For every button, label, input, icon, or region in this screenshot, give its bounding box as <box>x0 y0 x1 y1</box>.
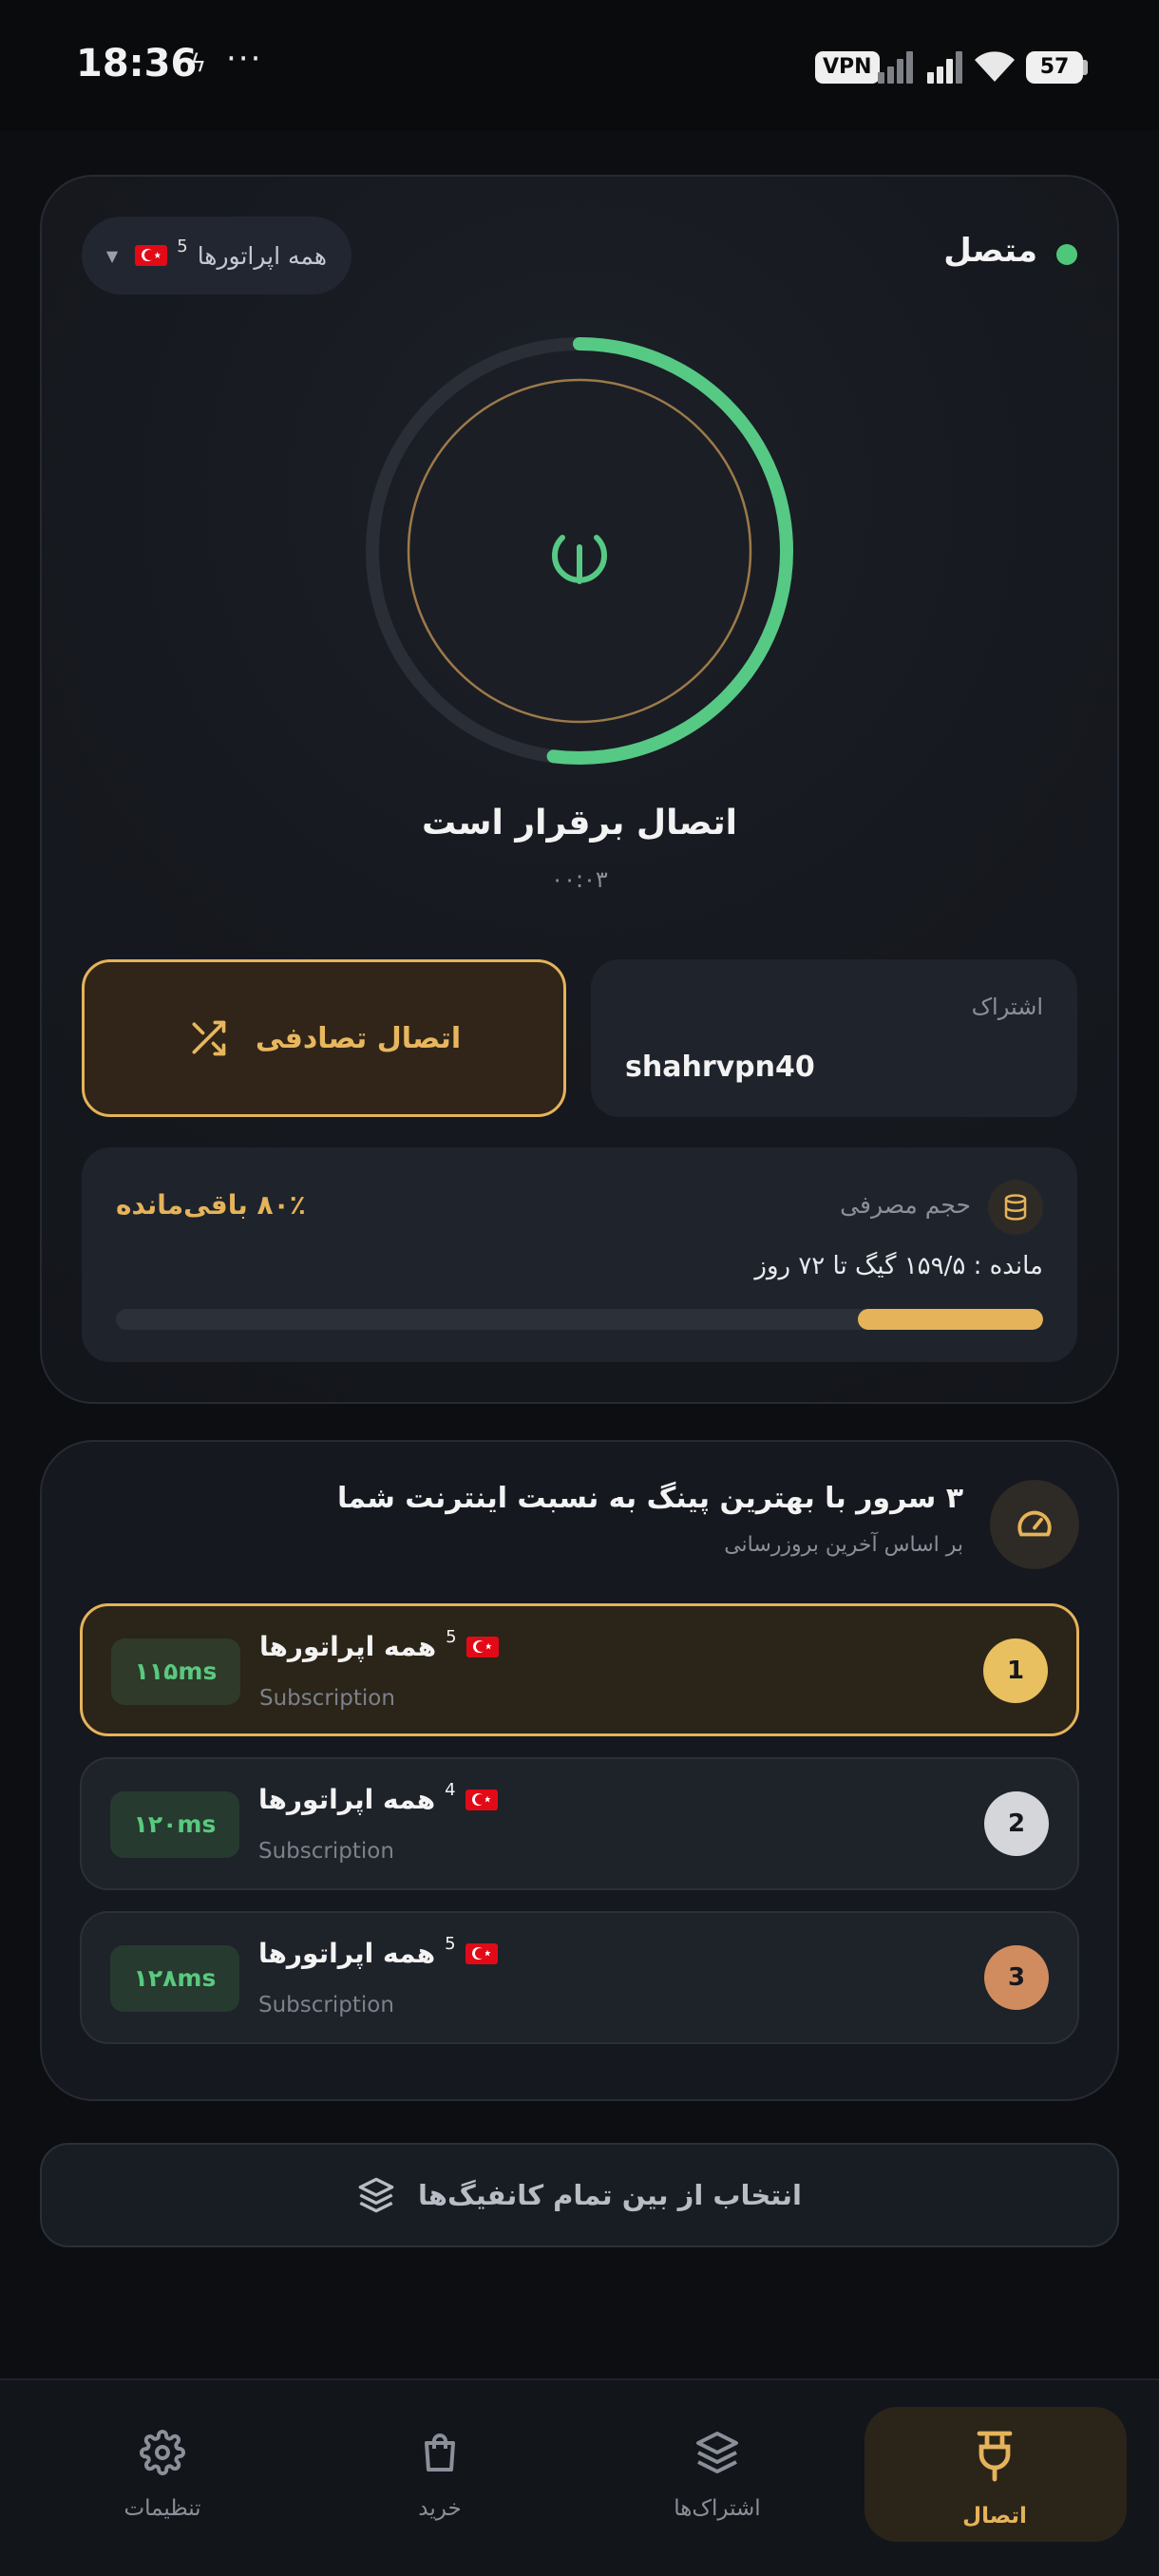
connection-timer: ۰۰:۰۳ <box>551 866 608 893</box>
server-item-3[interactable]: 3 همه اپراتورها 5 Subscription ۱۲۸ms <box>80 1911 1079 2044</box>
subscription-label: اشتراک <box>971 994 1043 1020</box>
usage-label: حجم مصرفی <box>840 1191 971 1219</box>
usage-bar <box>116 1309 1043 1330</box>
shopping-bag-icon <box>425 2434 455 2472</box>
turkey-flag-icon <box>465 1942 498 1964</box>
usage-bar-fill <box>857 1309 1043 1330</box>
server-item-1[interactable]: 1 همه اپراتورها 5 Subscription ۱۱۵ms <box>80 1603 1079 1736</box>
rank-badge: 3 <box>984 1945 1049 2010</box>
signal-icon <box>878 51 913 84</box>
random-connect-label: اتصال تصادفی <box>255 1021 462 1055</box>
shuffle-icon <box>192 1020 226 1056</box>
rank-badge: 1 <box>983 1638 1048 1703</box>
server-type: Subscription <box>259 1686 395 1711</box>
layers-icon <box>696 2432 738 2473</box>
server-count: 4 <box>445 1780 456 1800</box>
bottom-nav: اتصال اشتراک‌ها خرید تنظیمات <box>0 2378 1159 2576</box>
nav-buy-label: خرید <box>418 2496 462 2521</box>
best-servers-title: ۳ سرور با بهترین پینگ به نسبت اینترنت شم… <box>336 1482 963 1515</box>
ping-badge: ۱۱۵ms <box>111 1638 240 1705</box>
random-connect-button[interactable]: اتصال تصادفی <box>82 959 566 1117</box>
layers-icon <box>358 2177 394 2213</box>
clock: 18:36 <box>76 42 198 85</box>
server-type: Subscription <box>258 1839 394 1864</box>
usage-percent: ۸۰٪ باقی‌مانده <box>116 1189 306 1221</box>
nav-buy[interactable]: خرید <box>331 2409 549 2542</box>
turkey-flag-icon <box>465 1789 498 1810</box>
server-name: همه اپراتورها <box>258 1784 436 1815</box>
speedometer-icon <box>990 1480 1079 1569</box>
ellipsis-icon: ··· <box>226 40 263 78</box>
server-count: 5 <box>445 1934 456 1954</box>
nav-connect-label: اتصال <box>962 2504 1027 2529</box>
server-count: 5 <box>446 1627 457 1647</box>
turkey-flag-icon <box>466 1636 499 1657</box>
nav-subscriptions[interactable]: اشتراک‌ها <box>608 2409 826 2542</box>
battery-tip <box>1083 60 1088 75</box>
turkey-flag-icon <box>135 245 168 266</box>
plug-icon <box>977 2431 1013 2482</box>
battery-icon: 57 <box>1026 51 1083 84</box>
usage-remaining: مانده : ۱۵۹/۵ گیگ تا ۷۲ روز <box>754 1252 1043 1280</box>
server-name: همه اپراتورها <box>258 1938 436 1969</box>
subscription-box[interactable]: اشتراک shahrvpn40 <box>591 959 1077 1117</box>
server-name: همه اپراتورها <box>259 1631 437 1662</box>
operator-count: 5 <box>177 236 188 256</box>
status-dot <box>1056 244 1077 265</box>
vpn-badge: VPN <box>815 51 880 84</box>
nav-connect[interactable]: اتصال <box>885 2409 1104 2542</box>
rank-badge: 2 <box>984 1791 1049 1856</box>
connection-title: اتصال برقرار است <box>422 804 737 843</box>
connection-status: متصل <box>943 232 1037 270</box>
power-button[interactable] <box>361 332 798 769</box>
ping-badge: ۱۲۸ms <box>110 1945 239 2012</box>
nav-settings[interactable]: تنظیمات <box>53 2409 272 2542</box>
status-bar: 18:36 ϟ ··· VPN 57 <box>0 0 1159 131</box>
ping-badge: ۱۲۰ms <box>110 1791 239 1858</box>
best-servers-subtitle: بر اساس آخرین بروزرسانی <box>724 1533 963 1557</box>
signal-icon <box>927 51 962 84</box>
select-all-label: انتخاب از بین تمام کانفیگ‌ها <box>418 2179 802 2211</box>
wifi-icon <box>975 51 1015 82</box>
server-item-2[interactable]: 2 همه اپراتورها 4 Subscription ۱۲۰ms <box>80 1757 1079 1890</box>
bolt-icon: ϟ <box>190 49 207 78</box>
nav-settings-label: تنظیمات <box>124 2496 201 2521</box>
database-icon <box>988 1180 1043 1235</box>
usage-panel: حجم مصرفی ۸۰٪ باقی‌مانده مانده : ۱۵۹/۵ گ… <box>82 1147 1077 1362</box>
server-type: Subscription <box>258 1993 394 2017</box>
subscription-value: shahrvpn40 <box>625 1051 815 1084</box>
chevron-down-icon: ▼ <box>105 246 119 265</box>
nav-subscriptions-label: اشتراک‌ها <box>674 2496 761 2521</box>
operator-selector[interactable]: همه اپراتورها 5 ▼ <box>82 217 352 294</box>
operator-label: همه اپراتورها <box>197 241 328 270</box>
gear-icon <box>140 2430 185 2475</box>
select-all-configs-button[interactable]: انتخاب از بین تمام کانفیگ‌ها <box>40 2143 1119 2247</box>
